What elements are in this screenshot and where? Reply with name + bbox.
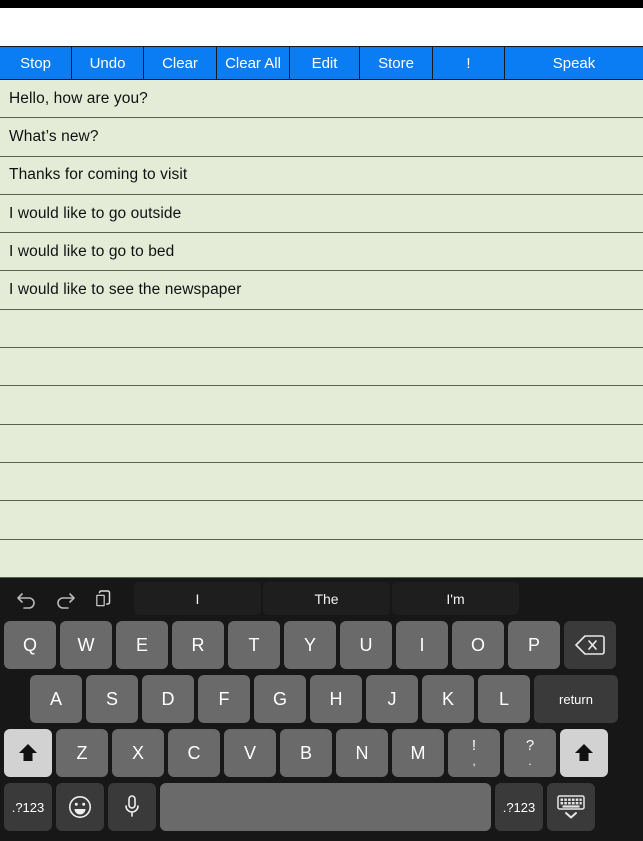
microphone-icon[interactable] bbox=[108, 783, 156, 831]
key-exclamation-comma[interactable]: !, bbox=[448, 729, 500, 777]
app-root: Stop Undo Clear Clear All Edit Store! Speak He… bbox=[0, 0, 643, 841]
suggestion-chip[interactable]: I bbox=[134, 582, 261, 615]
numeric-switch-key[interactable]: .?123 bbox=[495, 783, 543, 831]
redo-icon[interactable] bbox=[46, 584, 84, 614]
undo-icon[interactable] bbox=[8, 584, 46, 614]
key-primary-label: ! bbox=[471, 737, 477, 755]
phrase-row-empty[interactable] bbox=[0, 348, 643, 387]
paste-icon[interactable] bbox=[84, 584, 122, 614]
hide-keyboard-icon[interactable] bbox=[547, 783, 595, 831]
suggestion-bar: I The I'm bbox=[0, 578, 643, 619]
phrase-row[interactable]: I would like to go outside bbox=[0, 195, 643, 234]
suggestion-chip[interactable]: The bbox=[263, 582, 390, 615]
space-key[interactable] bbox=[160, 783, 491, 831]
key-x[interactable]: X bbox=[112, 729, 164, 777]
shift-key[interactable] bbox=[4, 729, 52, 777]
key-z[interactable]: Z bbox=[56, 729, 108, 777]
phrase-list[interactable]: Hello, how are you? What’s new? Thanks for… bbox=[0, 80, 643, 578]
key-k[interactable]: K bbox=[422, 675, 474, 723]
phrase-row-empty[interactable] bbox=[0, 386, 643, 425]
key-n[interactable]: N bbox=[336, 729, 388, 777]
key-t[interactable]: T bbox=[228, 621, 280, 669]
phrase-row-empty[interactable] bbox=[0, 463, 643, 502]
emoji-icon[interactable] bbox=[56, 783, 104, 831]
key-o[interactable]: O bbox=[452, 621, 504, 669]
key-b[interactable]: B bbox=[280, 729, 332, 777]
key-q[interactable]: Q bbox=[4, 621, 56, 669]
phrase-row-empty[interactable] bbox=[0, 540, 643, 578]
key-r[interactable]: R bbox=[172, 621, 224, 669]
toolbar-button-clear[interactable]: Clear bbox=[144, 47, 217, 79]
key-s[interactable]: S bbox=[86, 675, 138, 723]
top-blank-area bbox=[0, 8, 643, 46]
key-f[interactable]: F bbox=[198, 675, 250, 723]
return-key[interactable]: return bbox=[534, 675, 618, 723]
key-secondary-label: , bbox=[472, 754, 476, 769]
suggestion-chip[interactable]: I'm bbox=[392, 582, 519, 615]
numeric-switch-key[interactable]: .?123 bbox=[4, 783, 52, 831]
phrase-row-empty[interactable] bbox=[0, 425, 643, 463]
toolbar-button-speak[interactable]: Speak bbox=[505, 47, 643, 79]
key-u[interactable]: U bbox=[340, 621, 392, 669]
key-primary-label: ? bbox=[525, 737, 535, 755]
phrase-row[interactable]: What’s new? bbox=[0, 118, 643, 157]
key-l[interactable]: L bbox=[478, 675, 530, 723]
key-c[interactable]: C bbox=[168, 729, 220, 777]
keyboard-row-1: QWERTYUIOP bbox=[0, 621, 643, 669]
suggestion-chips: I The I'm bbox=[134, 582, 519, 615]
toolbar-button-edit[interactable]: Edit bbox=[290, 47, 360, 79]
phrase-row-empty[interactable] bbox=[0, 501, 643, 540]
phrase-row[interactable]: I would like to go to bed bbox=[0, 233, 643, 272]
key-question-period[interactable]: ?. bbox=[504, 729, 556, 777]
on-screen-keyboard: I The I'm QWERTYUIOP A S D F G H J K Lreturn ZXCVB… bbox=[0, 578, 643, 841]
toolbar-button-[interactable]: ! bbox=[433, 47, 505, 79]
keyboard-row-3: Z X C V B N M!,?. bbox=[0, 729, 643, 777]
key-j[interactable]: J bbox=[366, 675, 418, 723]
key-g[interactable]: G bbox=[254, 675, 306, 723]
key-i[interactable]: I bbox=[396, 621, 448, 669]
toolbar-button-store[interactable]: Store bbox=[360, 47, 433, 79]
phrase-row-empty[interactable] bbox=[0, 310, 643, 349]
key-m[interactable]: M bbox=[392, 729, 444, 777]
key-e[interactable]: E bbox=[116, 621, 168, 669]
key-p[interactable]: P bbox=[508, 621, 560, 669]
phrase-row[interactable]: Hello, how are you? bbox=[0, 80, 643, 119]
phrase-row[interactable]: I would like to see the newspaper bbox=[0, 271, 643, 310]
key-w[interactable]: W bbox=[60, 621, 112, 669]
key-a[interactable]: A bbox=[30, 675, 82, 723]
key-v[interactable]: V bbox=[224, 729, 276, 777]
shift-key[interactable] bbox=[560, 729, 608, 777]
command-toolbar: Stop Undo Clear Clear All Edit Store! Speak bbox=[0, 46, 643, 80]
keyboard-row-2: A S D F G H J K Lreturn bbox=[0, 675, 643, 723]
toolbar-button-clear-all[interactable]: Clear All bbox=[217, 47, 290, 79]
status-bar bbox=[0, 0, 643, 8]
toolbar-button-stop[interactable]: Stop bbox=[0, 47, 72, 79]
keyboard-row-4: .?123 .?123 bbox=[0, 783, 643, 831]
key-h[interactable]: H bbox=[310, 675, 362, 723]
key-y[interactable]: Y bbox=[284, 621, 336, 669]
backspace-key[interactable] bbox=[564, 621, 616, 669]
key-secondary-label: . bbox=[528, 754, 532, 769]
key-d[interactable]: D bbox=[142, 675, 194, 723]
toolbar-button-undo[interactable]: Undo bbox=[72, 47, 144, 79]
phrase-row[interactable]: Thanks for coming to visit bbox=[0, 157, 643, 195]
